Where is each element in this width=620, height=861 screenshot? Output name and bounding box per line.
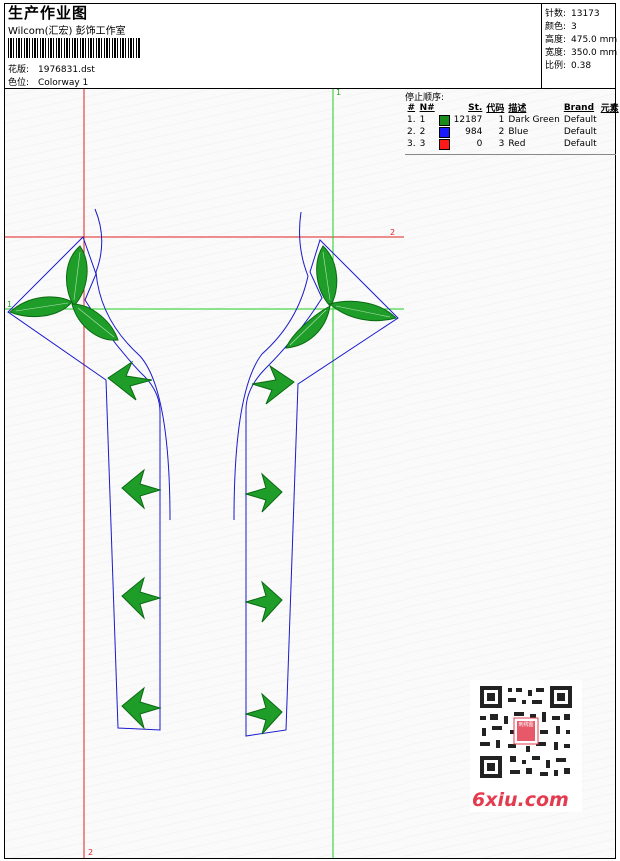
col-stitches: St. — [468, 102, 483, 113]
color-swatch-red — [438, 138, 450, 150]
col-needle: N# — [419, 102, 435, 113]
leaf — [251, 364, 295, 405]
table-row: 2. 2 984 2 Blue Default — [407, 126, 597, 138]
leaf — [107, 360, 153, 401]
leaf — [121, 686, 162, 730]
col-description: 描述 — [508, 104, 527, 114]
leaf — [121, 576, 162, 620]
table-row: 1. 1 12187 1 Dark Green Default — [407, 114, 597, 126]
qr-code-icon — [478, 684, 574, 780]
col-swatch — [437, 101, 452, 114]
leaf — [9, 296, 73, 318]
qr-badge-label: 刺绣图 — [518, 722, 534, 728]
col-index: # — [407, 102, 416, 113]
green-guide-label-top: 1 — [336, 88, 342, 97]
watermark-text: 6xiu.com — [472, 789, 569, 811]
table-divider — [405, 154, 616, 155]
red-guide-label-bottom: 2 — [88, 848, 94, 857]
green-guide-label-left: 1 — [7, 300, 13, 309]
table-row: 3. 3 0 3 Red Default — [407, 138, 597, 150]
leaf — [121, 468, 162, 510]
col-brand: Brand — [563, 102, 595, 113]
right-inner-curve — [233, 211, 309, 521]
red-guide-label-right: 2 — [390, 228, 396, 237]
production-sheet: 生产作业图 Wilcom(汇宏) 彭饰工作室 花版: 1976831.dst 色位… — [0, 0, 620, 861]
color-swatch-green — [438, 114, 450, 126]
leaf — [328, 300, 397, 322]
col-code: 代码 — [486, 104, 505, 114]
col-element: 元素 — [600, 104, 619, 114]
table-header-row: # N# St. 代码 描述 Brand 元素 — [405, 101, 620, 115]
color-swatch-blue — [438, 126, 450, 138]
leaf — [244, 692, 283, 735]
stop-sequence-table: # N# St. 代码 描述 Brand 元素 1. 1 12187 1 Dar… — [405, 101, 620, 150]
leaf — [244, 472, 283, 513]
leaf — [244, 580, 283, 623]
